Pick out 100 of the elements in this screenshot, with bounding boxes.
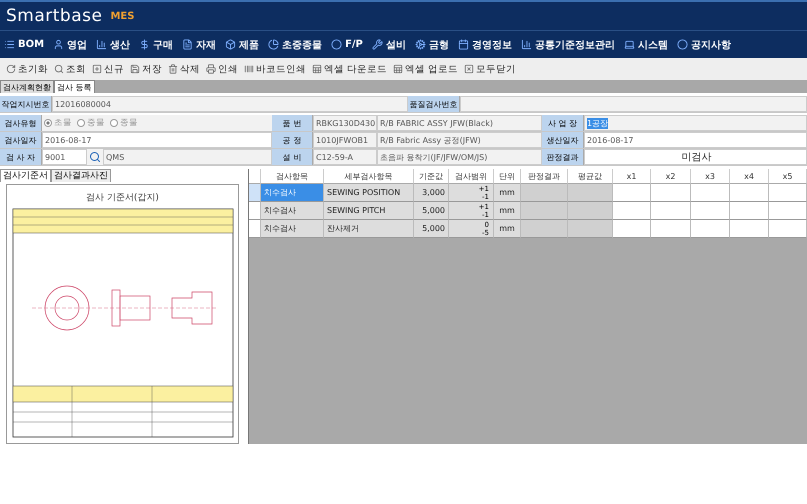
input-cell[interactable] xyxy=(730,220,769,238)
menu-label: 자재 xyxy=(196,38,216,52)
input-cell[interactable] xyxy=(730,202,769,220)
radio-label: 초물 xyxy=(54,117,72,129)
menu-item[interactable]: 경영정보 xyxy=(458,38,512,52)
input-cell[interactable] xyxy=(651,202,691,220)
toolbar-button[interactable]: 모두닫기 xyxy=(464,62,516,76)
box-icon xyxy=(225,39,236,50)
input-cell[interactable] xyxy=(769,220,807,238)
toolbar-button[interactable]: 삭제 xyxy=(168,62,200,76)
table-cell: mm xyxy=(494,202,521,220)
menu-label: 설비 xyxy=(386,38,406,52)
toolbar-button[interactable]: 엑셀 업로드 xyxy=(393,62,458,76)
gear-icon xyxy=(414,39,426,50)
calendar-icon xyxy=(458,39,469,50)
input-cell[interactable] xyxy=(730,184,769,202)
input-cell[interactable] xyxy=(613,184,651,202)
menu-item[interactable]: 자재 xyxy=(182,38,216,52)
input-cell[interactable] xyxy=(613,202,651,220)
menu-item[interactable]: 공통기준정보관리 xyxy=(520,38,615,52)
menu-item[interactable]: 제품 xyxy=(225,38,260,52)
input-cell[interactable] xyxy=(691,184,730,202)
tab[interactable]: 검사결과사진 xyxy=(51,169,111,182)
row-header[interactable] xyxy=(249,202,261,220)
list-icon xyxy=(4,39,15,50)
menu-item[interactable]: 생산 xyxy=(96,38,130,52)
toolbar-button[interactable]: 조회 xyxy=(54,62,86,76)
column-header: 판정결과 xyxy=(521,169,568,184)
button-label: 인쇄 xyxy=(218,62,238,76)
menu-label: 경영정보 xyxy=(472,38,512,52)
input-cell[interactable] xyxy=(691,202,730,220)
inspector-id-field[interactable]: 9001 xyxy=(42,149,87,165)
column-header: x4 xyxy=(730,169,769,184)
menu-item[interactable]: BOM xyxy=(4,39,44,50)
column-header: x5 xyxy=(769,169,807,184)
menu-item[interactable]: 시스템 xyxy=(624,38,668,52)
toolbar-button[interactable]: 바코드인쇄 xyxy=(244,62,306,76)
selected-text: 1공장 xyxy=(587,118,608,128)
field-label: 품 번 xyxy=(272,115,313,131)
radio-label: 종물 xyxy=(120,117,138,129)
input-cell[interactable] xyxy=(769,202,807,220)
inspector-name-field: QMS xyxy=(103,149,272,165)
button-label: 초기화 xyxy=(18,62,48,76)
row-header[interactable] xyxy=(249,220,261,238)
table-cell: 치수검사 xyxy=(261,202,324,220)
date-field[interactable]: 2016-08-17 xyxy=(42,132,272,148)
table-cell: 치수검사 xyxy=(261,220,324,238)
work-order-field[interactable]: 12016080004 xyxy=(52,96,408,112)
table-cell: SEWING POSITION xyxy=(324,184,414,202)
input-cell[interactable] xyxy=(651,220,691,238)
refresh-icon xyxy=(6,64,16,74)
toolbar-button[interactable]: 초기화 xyxy=(6,62,48,76)
toolbar-button[interactable]: 인쇄 xyxy=(206,62,238,76)
equipment-code-field: C12-59-A xyxy=(313,149,377,165)
field-label: 설 비 xyxy=(272,149,313,165)
person-icon xyxy=(53,39,64,50)
table-cell: 잔사제거 xyxy=(324,220,414,238)
field-label: 품질검사번호 xyxy=(408,96,460,112)
input-cell[interactable] xyxy=(613,220,651,238)
field-label: 판정결과 xyxy=(542,149,584,165)
menu-label: 영업 xyxy=(67,38,88,52)
menu-item[interactable]: F/P xyxy=(331,39,363,50)
menu-label: F/P xyxy=(345,39,363,50)
spreadsheet-icon xyxy=(393,64,404,74)
column-header: 검사항목 xyxy=(261,169,324,184)
radio-button[interactable] xyxy=(77,119,85,127)
tab[interactable]: 검사계획현황 xyxy=(0,80,54,93)
tab[interactable]: 검사기준서 xyxy=(0,169,51,182)
menu-item[interactable]: 금형 xyxy=(414,38,449,52)
menu-item[interactable]: 공지사항 xyxy=(676,38,731,52)
tab[interactable]: 검사 등록 xyxy=(54,80,95,93)
input-cell[interactable] xyxy=(691,220,730,238)
row-header[interactable] xyxy=(249,184,261,202)
input-cell[interactable] xyxy=(769,184,807,202)
menu-label: 구매 xyxy=(153,38,174,52)
toolbar-button[interactable]: 신규 xyxy=(92,62,124,76)
corner-cell[interactable] xyxy=(249,169,261,184)
document-title: 검사 기준서(갑지) xyxy=(86,192,159,205)
quality-number-field[interactable] xyxy=(460,96,807,112)
menu-item[interactable]: 설비 xyxy=(372,38,406,52)
judgement-field: 미검사 xyxy=(584,149,807,165)
equipment-name-field: 초음파 융착기(JF/JFW/OM/JS) xyxy=(377,149,542,165)
search-icon[interactable] xyxy=(89,151,101,163)
radio-button[interactable] xyxy=(44,119,52,127)
production-date-field[interactable]: 2016-08-17 xyxy=(584,132,807,148)
button-label: 저장 xyxy=(142,62,162,76)
menu-label: 초중종물 xyxy=(282,38,322,52)
toolbar-button[interactable]: 엑셀 다운로드 xyxy=(312,62,388,76)
button-label: 삭제 xyxy=(180,62,200,76)
close-icon xyxy=(464,64,474,74)
menu-item[interactable]: 영업 xyxy=(53,38,88,52)
field-label: 공 정 xyxy=(272,132,313,148)
field-label: 검사일자 xyxy=(0,132,42,148)
radio-label: 중물 xyxy=(87,117,105,129)
menu-item[interactable]: 구매 xyxy=(139,38,174,52)
menu-label: 생산 xyxy=(110,38,130,52)
menu-item[interactable]: 초중종물 xyxy=(268,38,322,52)
input-cell[interactable] xyxy=(651,184,691,202)
radio-button[interactable] xyxy=(110,119,118,127)
toolbar-button[interactable]: 저장 xyxy=(130,62,162,76)
